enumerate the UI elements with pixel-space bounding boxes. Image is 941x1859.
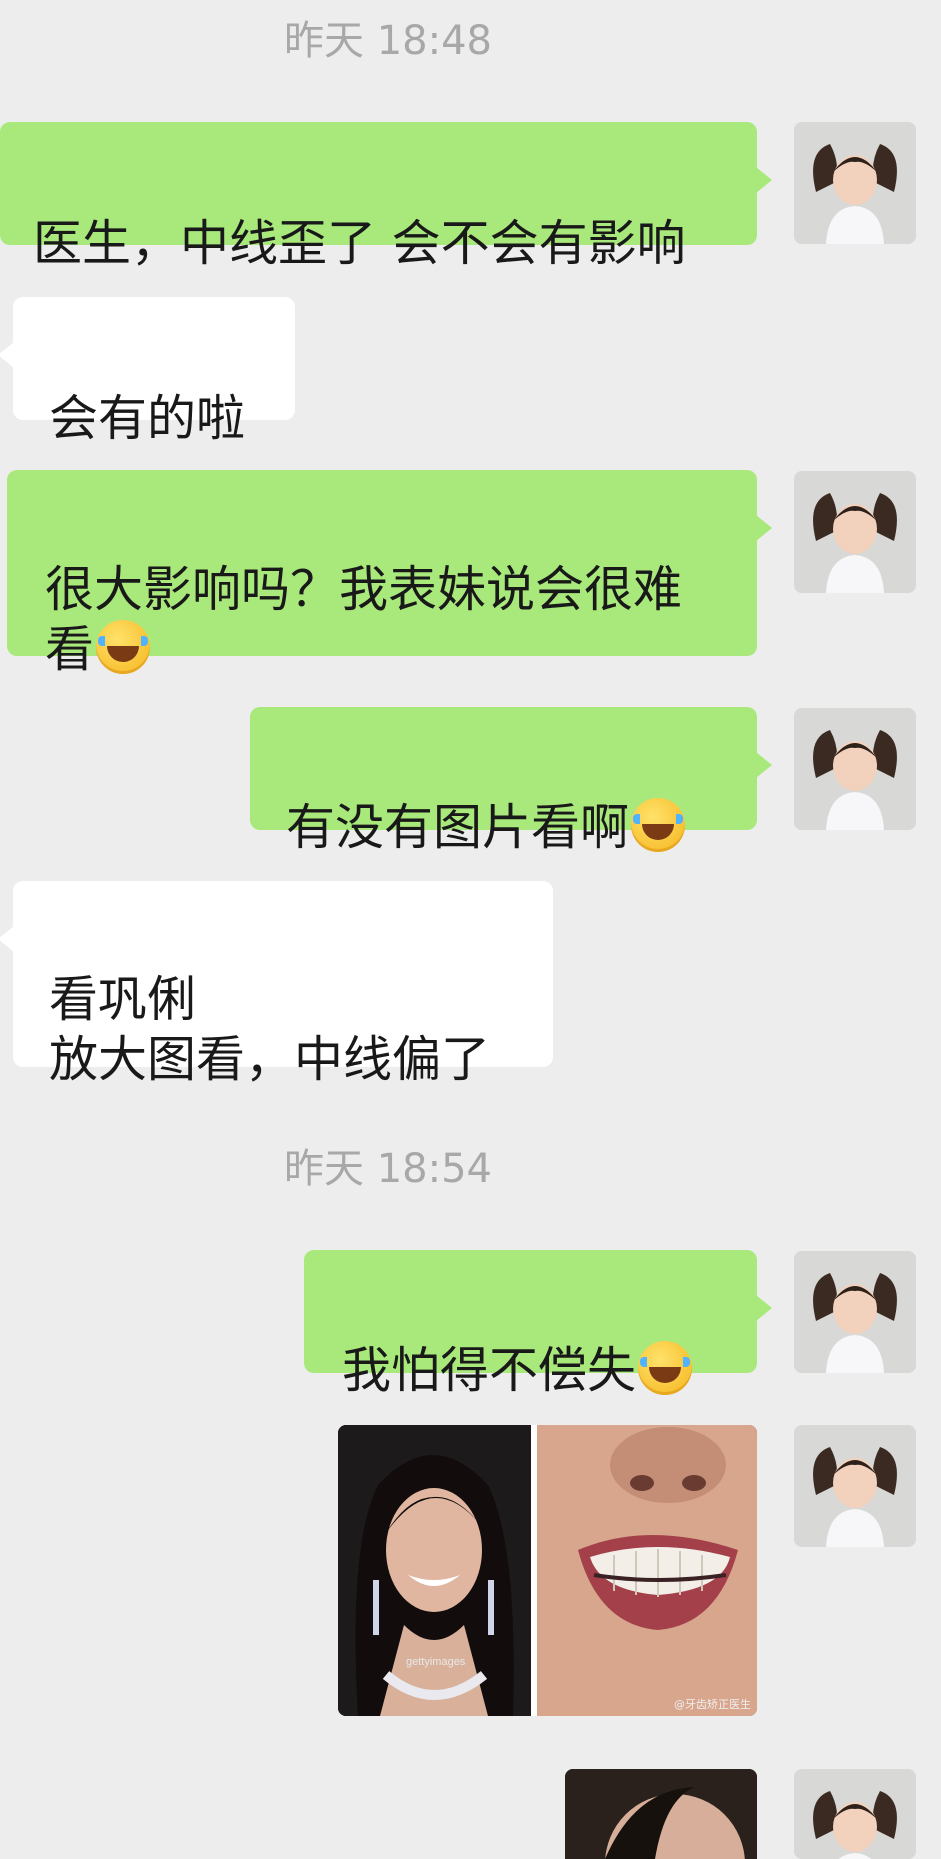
message-text: 医生，中线歪了 会不会有影响 xyxy=(33,215,686,272)
message-text: 看巩俐 放大图看，中线偏了 xyxy=(49,971,491,1088)
outgoing-message-bubble[interactable]: 有没有图片看啊 xyxy=(250,707,772,856)
outgoing-message-bubble[interactable]: 医生，中线歪了 会不会有影响 xyxy=(0,122,772,272)
user-avatar[interactable] xyxy=(794,1769,916,1859)
message-text: 我怕得不偿失 xyxy=(342,1342,637,1399)
user-avatar[interactable] xyxy=(794,1251,916,1373)
outgoing-message-bubble[interactable]: 我怕得不偿失 xyxy=(304,1250,772,1399)
message-text: 有没有图片看啊 xyxy=(286,799,630,856)
user-avatar[interactable] xyxy=(794,1425,916,1547)
tears-of-joy-emoji xyxy=(96,620,151,674)
message-image[interactable] xyxy=(565,1769,757,1859)
message-image[interactable]: gettyimages @牙齿矫正医生 xyxy=(338,1425,757,1716)
image-watermark: @牙齿矫正医生 xyxy=(674,1698,751,1711)
user-avatar[interactable] xyxy=(794,708,916,830)
outgoing-message-bubble[interactable]: 很大影响吗？我表妹说会很难 看 xyxy=(7,470,772,678)
tears-of-joy-emoji xyxy=(631,798,686,852)
timestamp: 昨天 18:54 xyxy=(284,1146,492,1192)
user-avatar[interactable] xyxy=(794,122,916,244)
timestamp: 昨天 18:48 xyxy=(284,18,492,64)
message-text: 会有的啦 xyxy=(49,390,246,447)
user-avatar[interactable] xyxy=(794,471,916,593)
image-watermark: gettyimages xyxy=(406,1656,466,1668)
tears-of-joy-emoji xyxy=(638,1341,693,1395)
incoming-message-bubble[interactable]: 会有的啦 xyxy=(0,297,295,447)
incoming-message-bubble[interactable]: 看巩俐 放大图看，中线偏了 xyxy=(0,881,553,1088)
